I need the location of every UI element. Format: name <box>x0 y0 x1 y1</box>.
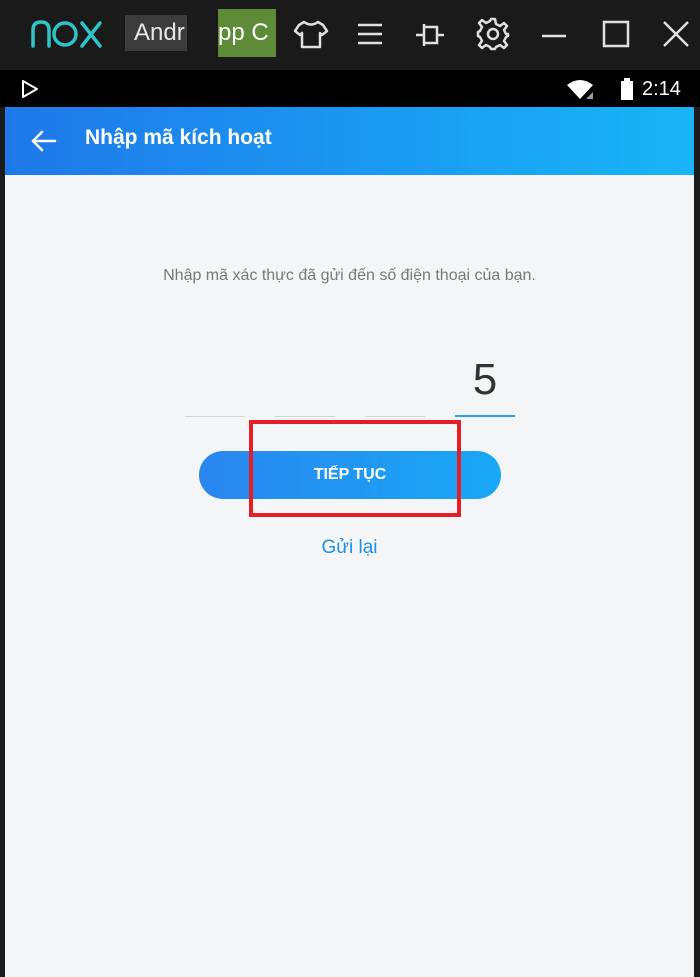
page-title: Nhập mã kích hoạt <box>85 126 272 149</box>
android-status-bar: 2:14 <box>0 70 700 107</box>
resend-link[interactable]: Gửi lại <box>5 535 694 561</box>
code-digit-3[interactable] <box>365 347 425 417</box>
maximize-icon[interactable] <box>596 14 636 54</box>
tab-app[interactable]: pp C <box>218 9 276 57</box>
battery-icon <box>621 78 633 100</box>
gear-icon[interactable] <box>473 14 513 54</box>
code-digit-4[interactable]: 5 <box>455 347 515 417</box>
nox-logo <box>31 20 102 48</box>
status-time: 2:14 <box>642 78 681 100</box>
code-digit-value: 5 <box>472 355 498 404</box>
emulator-titlebar: Andr pp C <box>0 0 700 70</box>
code-input[interactable]: 5 <box>185 347 515 417</box>
arrow-left-icon[interactable] <box>28 125 60 157</box>
code-digit-1[interactable] <box>185 347 245 417</box>
highlight-annotation <box>249 420 461 517</box>
wifi-icon <box>567 80 593 99</box>
close-icon[interactable] <box>656 14 696 54</box>
minimize-icon[interactable] <box>534 14 574 54</box>
tab-android[interactable]: Andr <box>125 15 187 51</box>
pin-icon[interactable] <box>410 14 450 54</box>
code-underline <box>455 415 515 417</box>
code-digit-2[interactable] <box>275 347 335 417</box>
shirt-icon[interactable] <box>291 14 331 54</box>
play-store-icon <box>22 80 38 98</box>
instruction-text: Nhập mã xác thực đã gửi đến số điện thoạ… <box>163 267 536 284</box>
code-underline <box>365 416 425 417</box>
app-header: Nhập mã kích hoạt <box>5 107 694 175</box>
menu-icon[interactable] <box>350 14 390 54</box>
activation-screen: Nhập mã kích hoạt Nhập mã xác thực đã gử… <box>5 107 694 977</box>
code-underline <box>275 416 335 417</box>
code-underline <box>185 416 245 417</box>
